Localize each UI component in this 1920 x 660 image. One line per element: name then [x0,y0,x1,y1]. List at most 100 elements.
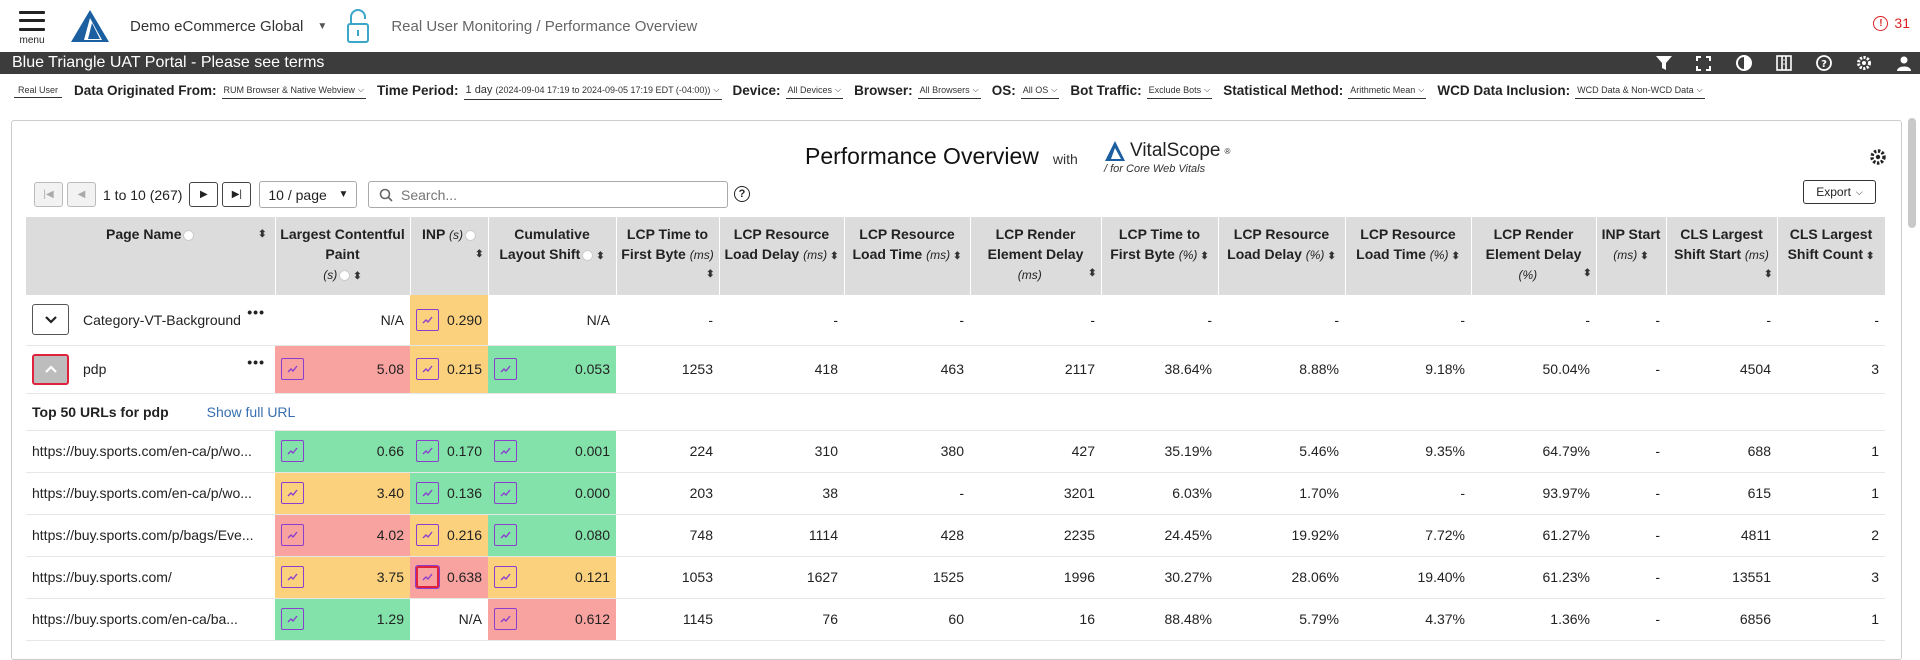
trend-icon[interactable] [281,482,304,504]
next-page-button[interactable]: ▶ [189,182,219,207]
trend-icon[interactable] [494,524,517,546]
lcp-value: 1.29 [376,611,404,627]
time-period-select[interactable]: 1 day (2024-09-04 17:19 to 2024-09-05 17:… [463,81,722,100]
more-options-icon[interactable]: ••• [247,304,265,320]
url-cell[interactable]: https://buy.sports.com/ [26,556,275,599]
col-cls-start[interactable]: CLS Largest Shift Start (ms) ⬍ [1666,217,1778,295]
export-button[interactable]: Export ⌵ [1803,180,1876,204]
url-cell[interactable]: https://buy.sports.com/en-ca/ba... [26,598,275,641]
unlock-icon[interactable] [345,8,371,44]
col-label: CLS Largest Shift Count [1787,226,1873,262]
trend-icon[interactable] [416,524,439,546]
col-ttfb-pct[interactable]: LCP Time to First Byte (%) ⬍ [1101,217,1219,295]
more-options-icon[interactable]: ••• [247,354,265,370]
col-lcp[interactable]: Largest Contentful Paint (s) ⬍ [275,217,411,295]
org-selector[interactable]: Demo eCommerce Global ▼ [130,18,327,35]
col-cls-count[interactable]: CLS Largest Shift Count ⬍ [1777,217,1886,295]
filter-icon[interactable] [1653,55,1674,72]
vertical-scrollbar[interactable] [1908,118,1916,228]
trend-icon[interactable] [281,358,304,380]
inp-value: 0.136 [446,485,482,501]
trend-icon[interactable] [494,566,517,588]
search-box[interactable] [368,181,728,208]
url-cell[interactable]: https://buy.sports.com/en-ca/p/wo... [26,430,275,473]
trend-icon[interactable] [416,440,439,462]
table-row[interactable]: https://buy.sports.com/en-ca/p/wo... 0.6… [26,430,1885,473]
first-page-button[interactable]: |◀ [34,182,63,207]
gear-icon[interactable] [1853,55,1874,72]
col-rld[interactable]: LCP Resource Load Delay (ms) ⬍ [719,217,845,295]
help-icon[interactable]: ? [1813,55,1834,72]
trend-icon[interactable] [281,566,304,588]
col-inp[interactable]: INP (s) ⬍ [410,217,489,295]
prev-page-button[interactable]: ◀ [67,182,96,207]
table-row[interactable]: Category-VT-Background ••• N/A 0.290 N/A … [26,295,1885,346]
collapse-row-button[interactable] [32,353,69,385]
lcp-cell: N/A [275,295,410,346]
alert-indicator[interactable]: ! 31 [1873,15,1910,31]
table-row[interactable]: pdp ••• 5.08 0.215 0.053 1253 418 463 211… [26,345,1885,394]
cls-start-cell: - [1666,295,1777,346]
chevron-down-icon: ▼ [317,20,328,32]
inp-start-cell: - [1596,598,1666,641]
gear-icon[interactable] [1869,148,1887,166]
trend-icon[interactable] [494,608,517,630]
wcd-select[interactable]: WCD Data & Non-WCD Data ⌵ [1575,82,1705,99]
trend-icon[interactable] [281,608,304,630]
col-page-name[interactable]: Page Name ⬍ [26,217,276,295]
device-select[interactable]: All Devices ⌵ [785,82,844,99]
col-unit: (%) [1305,248,1325,262]
col-unit: (%) [1178,248,1198,262]
url-cell[interactable]: https://buy.sports.com/p/bags/Eve... [26,514,275,557]
trend-icon[interactable] [494,358,517,380]
columns-icon[interactable] [1773,55,1794,72]
last-page-button[interactable]: ▶| [222,182,252,207]
chevron-down-icon: ⌵ [1204,85,1211,94]
col-red[interactable]: LCP Render Element Delay (ms) ⬍ [970,217,1102,295]
col-red-pct[interactable]: LCP Render Element Delay (%) ⬍ [1471,217,1597,295]
ttfb-pct-cell: 30.27% [1101,556,1218,599]
browser-select[interactable]: All Browsers ⌵ [917,82,981,99]
chevron-down-icon: ⌵ [1418,85,1425,94]
trend-icon[interactable] [494,440,517,462]
col-rlt-pct[interactable]: LCP Resource Load Time (%) ⬍ [1345,217,1472,295]
table-row[interactable]: https://buy.sports.com/p/bags/Eve... 4.0… [26,514,1885,557]
table-row[interactable]: https://buy.sports.com/ 3.75 0.638 0.121… [26,556,1885,599]
per-page-select[interactable]: 10 / page ▼ [259,181,358,208]
os-select[interactable]: All OS ⌵ [1020,82,1060,99]
ttfb-cell: 1253 [616,345,719,394]
expand-row-button[interactable] [32,304,69,336]
search-input[interactable] [401,186,701,203]
table-row[interactable]: https://buy.sports.com/en-ca/p/wo... 3.4… [26,472,1885,515]
stat-method-select[interactable]: Arithmetic Mean ⌵ [1348,82,1427,99]
user-icon[interactable] [1893,55,1914,72]
url-cell[interactable]: https://buy.sports.com/en-ca/p/wo... [26,472,275,515]
rld-pct-cell: 5.79% [1218,598,1345,641]
trend-icon[interactable] [281,524,304,546]
bot-traffic-select[interactable]: Exclude Bots ⌵ [1146,82,1213,99]
trend-icon[interactable] [416,308,439,331]
help-icon[interactable]: ? [734,186,750,202]
fullscreen-icon[interactable] [1693,55,1714,72]
contrast-icon[interactable] [1733,55,1754,72]
trend-icon[interactable] [494,482,517,504]
trend-icon[interactable] [416,482,439,504]
page-name: pdp [83,361,107,377]
trend-icon[interactable] [415,565,440,589]
logo-icon[interactable] [70,9,110,43]
mode-selector[interactable]: Real User [14,83,63,98]
col-ttfb[interactable]: LCP Time to First Byte (ms) ⬍ [616,217,720,295]
menu-button[interactable]: menu [12,7,52,46]
table-row[interactable]: https://buy.sports.com/en-ca/ba... 1.29 … [26,598,1885,641]
col-cls[interactable]: Cumulative Layout Shift ⬍ [488,217,617,295]
data-origin-select[interactable]: RUM Browser & Native Webview ⌵ [221,82,366,99]
col-inp-start[interactable]: INP Start (ms) ⬍ [1596,217,1667,295]
col-rld-pct[interactable]: LCP Resource Load Delay (%) ⬍ [1218,217,1346,295]
show-full-url-link[interactable]: Show full URL [207,404,296,420]
trend-icon[interactable] [416,358,439,380]
sort-icon: ⬍ [1583,268,1592,279]
trend-icon[interactable] [281,440,304,462]
alert-count: 31 [1894,15,1910,31]
page-name-cell: pdp ••• [26,345,275,394]
col-rlt[interactable]: LCP Resource Load Time (ms) ⬍ [844,217,971,295]
